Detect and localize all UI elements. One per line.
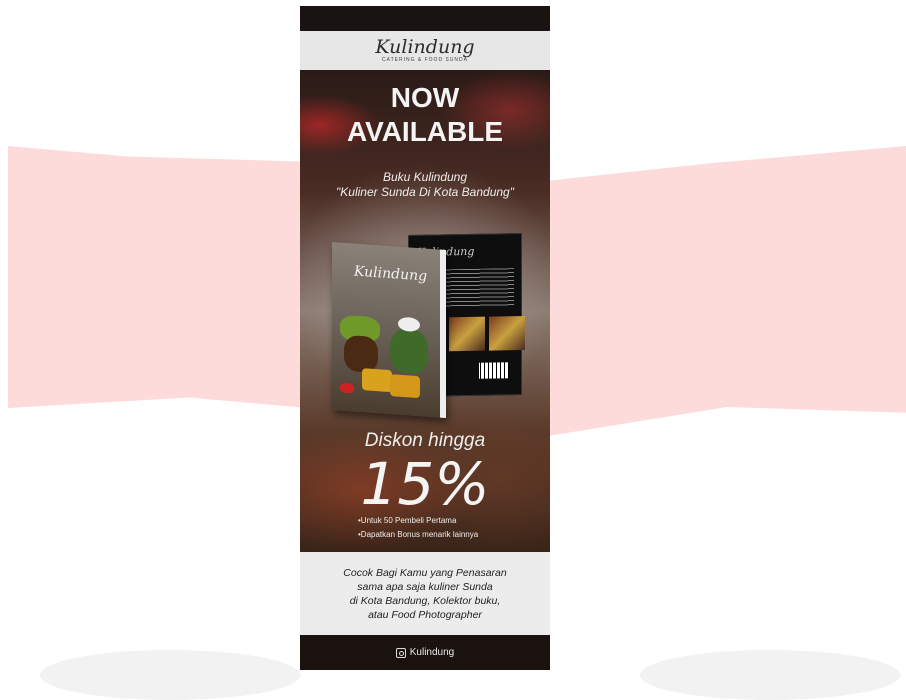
headline-available: AVAILABLE — [346, 116, 504, 147]
pink-wave-left — [8, 146, 308, 408]
description-line: di Kota Bandung, Kolektor buku, — [349, 594, 501, 607]
food-tofu — [390, 374, 420, 399]
description-line: atau Food Photographer — [368, 608, 482, 621]
book-subtitle: Buku Kulindung "Kuliner Sunda Di Kota Ba… — [300, 170, 550, 200]
back-cover-photo — [449, 316, 485, 352]
bottom-arc-right — [640, 650, 900, 700]
headline-now: NOW — [390, 82, 460, 113]
brand-tagline: CATERING & FOOD SUNDA — [382, 57, 468, 63]
pink-wave-right — [548, 146, 906, 436]
back-cover-photo — [489, 315, 525, 351]
food-tofu — [362, 368, 392, 393]
hero-section: NOW AVAILABLE Buku Kulindung "Kuliner Su… — [300, 70, 550, 552]
promo-banner: Kulindung CATERING & FOOD SUNDA NOW AVAI… — [300, 6, 550, 670]
promo-note-2: •Dapatkan Bonus menarik lainnya — [358, 530, 479, 539]
discount-label: Diskon hingga — [364, 430, 486, 451]
book-front-cover: Kulindung — [332, 242, 446, 418]
subtitle-line2: "Kuliner Sunda Di Kota Bandung" — [336, 185, 514, 199]
instagram-handle[interactable]: Kulindung — [410, 647, 454, 658]
front-cover-title: Kulindung — [354, 263, 428, 285]
instagram-icon — [395, 647, 406, 658]
logo-bar: Kulindung CATERING & FOOD SUNDA — [300, 31, 550, 70]
footer-bar: Kulindung — [300, 635, 550, 670]
food-chili — [340, 382, 354, 394]
description-box: Cocok Bagi Kamu yang Penasaran sama apa … — [300, 552, 550, 635]
banner-top-strip — [300, 6, 550, 31]
food-green — [390, 328, 428, 375]
food-fried — [344, 334, 378, 374]
bottom-arc-left — [40, 650, 300, 700]
description-line: sama apa saja kuliner Sunda — [357, 580, 493, 593]
discount-value: 15% — [360, 450, 490, 518]
promo-note-1: •Untuk 50 Pembeli Pertama — [358, 516, 457, 525]
brand-logo: Kulindung — [375, 36, 475, 58]
subtitle-line1: Buku Kulindung — [382, 170, 468, 184]
description-line: Cocok Bagi Kamu yang Penasaran — [343, 566, 507, 579]
back-cover-text — [439, 268, 514, 308]
barcode-icon — [479, 362, 509, 379]
